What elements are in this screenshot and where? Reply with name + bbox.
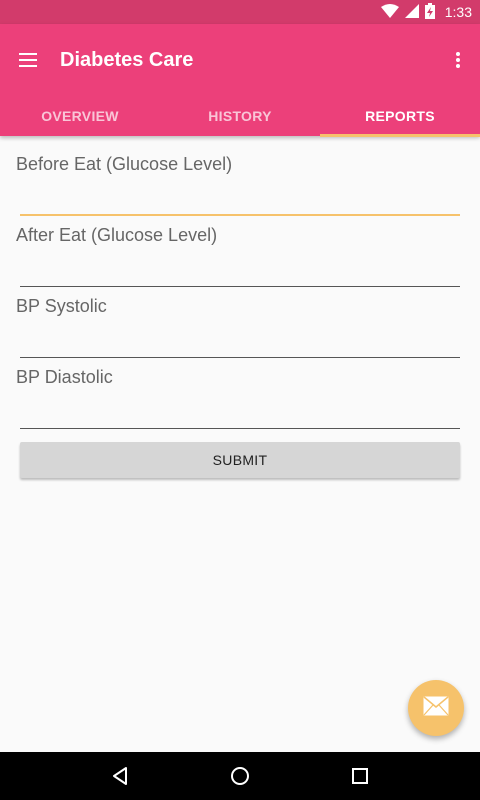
bp-diastolic-field: BP Diastolic [0, 349, 480, 429]
cell-signal-icon [404, 3, 419, 21]
status-bar: 1:33 [0, 0, 480, 24]
before-eat-label: Before Eat (Glucose Level) [16, 154, 233, 174]
app-bar: Diabetes Care OVERVIEW HISTORY REPORTS [0, 24, 480, 137]
tab-reports[interactable]: REPORTS [320, 96, 480, 137]
wifi-icon [380, 3, 399, 21]
submit-button[interactable]: SUBMIT [20, 442, 460, 478]
system-nav-bar [0, 752, 480, 800]
bp-diastolic-input[interactable] [20, 393, 460, 429]
battery-charging-icon [424, 2, 435, 22]
after-eat-label: After Eat (Glucose Level) [16, 225, 218, 245]
tab-bar: OVERVIEW HISTORY REPORTS [0, 96, 480, 137]
more-vert-icon[interactable] [442, 36, 474, 84]
mail-icon [423, 695, 449, 721]
tab-history[interactable]: HISTORY [160, 96, 320, 136]
recents-icon[interactable] [330, 752, 390, 800]
back-icon[interactable] [90, 752, 150, 800]
before-eat-field: Before Eat (Glucose Level) [0, 136, 480, 216]
after-eat-field: After Eat (Glucose Level) [0, 207, 480, 287]
app-screen: 1:33 Diabetes Care OVERVIEW HISTORY REPO… [0, 0, 480, 800]
fab-mail-button[interactable] [408, 680, 464, 736]
hamburger-menu-icon[interactable] [0, 32, 56, 88]
bp-systolic-label: BP Systolic [16, 296, 107, 316]
toolbar: Diabetes Care [0, 24, 480, 96]
bp-systolic-field: BP Systolic [0, 278, 480, 358]
app-title: Diabetes Care [60, 48, 194, 71]
home-icon[interactable] [210, 752, 270, 800]
report-form: Before Eat (Glucose Level) After Eat (Gl… [0, 136, 480, 478]
tab-overview[interactable]: OVERVIEW [0, 96, 160, 136]
bp-diastolic-label: BP Diastolic [16, 367, 113, 387]
status-time: 1:33 [444, 4, 472, 20]
